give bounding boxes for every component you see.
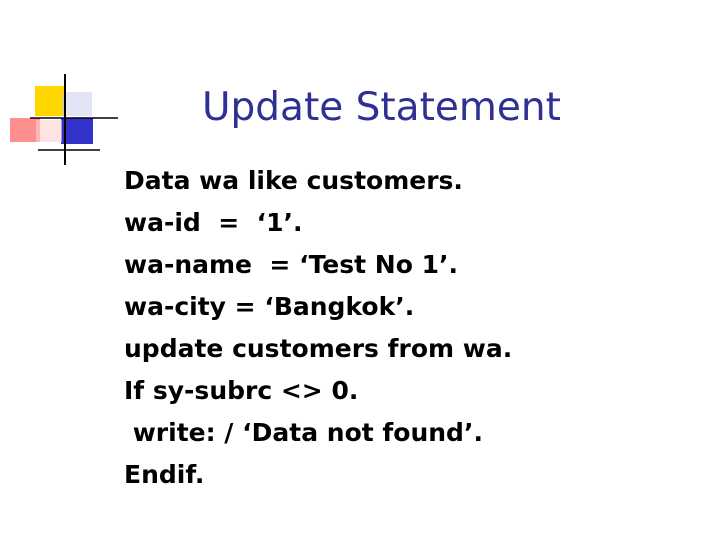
- red-square: [10, 118, 40, 142]
- code-block: Data wa like customers. wa-id = ‘1’. wa-…: [124, 160, 512, 496]
- light-blue-square: [62, 92, 92, 116]
- code-line: If sy-subrc <> 0.: [124, 376, 359, 405]
- code-line: update customers from wa.: [124, 334, 513, 363]
- slide-corner-decoration: [10, 74, 118, 165]
- yellow-square: [35, 86, 65, 116]
- code-line: write: / ‘Data not found’.: [124, 418, 483, 447]
- code-line: wa-city = ‘Bangkok’.: [124, 292, 415, 321]
- code-line: wa-name = ‘Test No 1’.: [124, 250, 458, 279]
- slide-title: Update Statement: [202, 85, 561, 130]
- light-red-square: [36, 120, 62, 142]
- code-line: Data wa like customers.: [124, 166, 463, 195]
- code-line: Endif.: [124, 460, 205, 489]
- code-line: wa-id = ‘1’.: [124, 208, 303, 237]
